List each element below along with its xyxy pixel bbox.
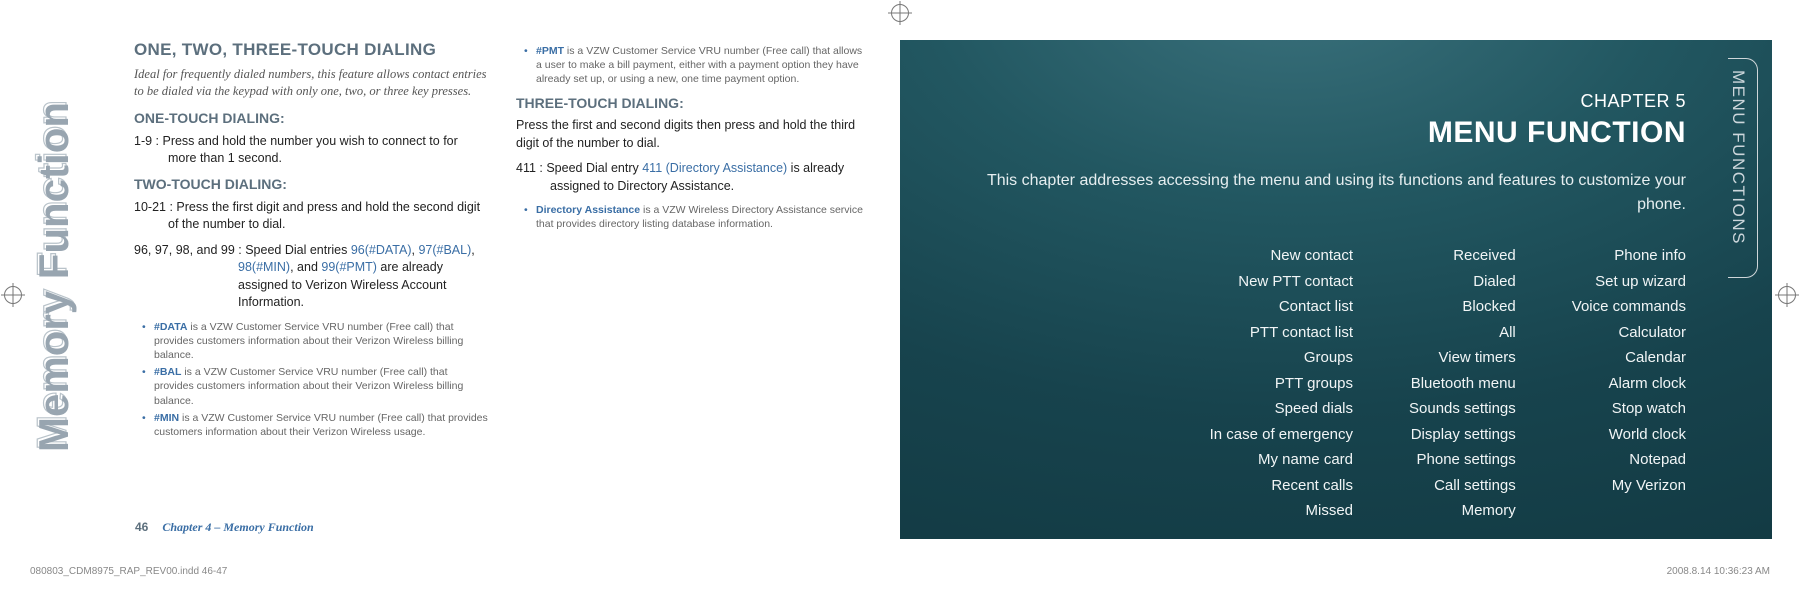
two-touch-body: 10-21 : Press the first digit and press … [134,199,488,234]
menu-item: Set up wizard [1572,269,1686,295]
menu-item: View timers [1409,345,1516,371]
right-column: #PMT is a VZW Customer Service VRU numbe… [516,40,870,442]
intro-text: Ideal for frequently dialed numbers, thi… [134,66,488,100]
menu-item: Speed dials [1210,396,1353,422]
print-slug-left: 080803_CDM8975_RAP_REV00.indd 46-47 [30,567,227,577]
menu-item: PTT groups [1210,371,1353,397]
sd-prefix: 96, 97, 98, and 99 : Speed Dial entries [134,243,351,257]
three-touch-heading: THREE-TOUCH DIALING: [516,95,870,112]
page-footer: 46 Chapter 4 – Memory Function [135,521,314,533]
menu-item: Received [1409,243,1516,269]
side-header-fill: Memory Function [30,102,77,452]
chapter-number: CHAPTER 5 [960,92,1686,110]
speed-dial-411: 411 : Speed Dial entry 411 (Directory As… [516,160,870,195]
speed-dial-body: 96, 97, 98, and 99 : Speed Dial entries … [134,242,488,312]
menu-item: New contact [1210,243,1353,269]
right-page: CHAPTER 5 MENU FUNCTION This chapter add… [900,0,1800,589]
note-directory-assistance: Directory Assistance is a VZW Wireless D… [528,203,870,231]
menu-item: Call settings [1409,473,1516,499]
menu-item: My Verizon [1572,473,1686,499]
one-touch-heading: ONE-TOUCH DIALING: [134,110,488,127]
left-column: ONE, TWO, THREE-TOUCH DIALING Ideal for … [134,40,488,442]
left-page: Memory Function Memory Function ONE, TWO… [0,0,900,589]
menu-item: Stop watch [1572,396,1686,422]
menu-item: In case of emergency [1210,422,1353,448]
menu-item: Voice commands [1572,294,1686,320]
menu-col-1: New contactNew PTT contactContact listPT… [1210,243,1353,524]
notes-list-a: #DATA is a VZW Customer Service VRU numb… [134,320,488,439]
menu-item: Sounds settings [1409,396,1516,422]
sd-link-411: 411 (Directory Assistance) [642,161,787,175]
menu-item: Phone settings [1409,447,1516,473]
page-title: ONE, TWO, THREE-TOUCH DIALING [134,40,488,60]
note-min: #MIN is a VZW Customer Service VRU numbe… [146,411,488,439]
sd-link-min: 98(#MIN) [238,260,290,274]
menu-item: New PTT contact [1210,269,1353,295]
menu-item: Contact list [1210,294,1353,320]
menu-item: PTT contact list [1210,320,1353,346]
menu-item: Memory [1409,498,1516,524]
note-pmt: #PMT is a VZW Customer Service VRU numbe… [528,44,870,87]
side-tab-label: MENU FUNCTIONS [1730,70,1756,248]
chapter-title: MENU FUNCTION [960,116,1686,149]
three-touch-body: Press the first and second digits then p… [516,117,870,152]
notes-list-c: Directory Assistance is a VZW Wireless D… [516,203,870,231]
menu-item: Notepad [1572,447,1686,473]
menu-item: My name card [1210,447,1353,473]
one-touch-body: 1-9 : Press and hold the number you wish… [134,133,488,168]
sd-link-data: 96(#DATA) [351,243,412,257]
note-data: #DATA is a VZW Customer Service VRU numb… [146,320,488,363]
menu-item: Display settings [1409,422,1516,448]
sd-link-pmt: 99(#PMT) [321,260,377,274]
notes-list-b: #PMT is a VZW Customer Service VRU numbe… [516,44,870,87]
chapter-footer-label: Chapter 4 – Memory Function [162,521,313,533]
menu-item: Calculator [1572,320,1686,346]
menu-item: Calendar [1572,345,1686,371]
menu-item: Alarm clock [1572,371,1686,397]
menu-col-3: Phone infoSet up wizardVoice commandsCal… [1572,243,1686,524]
sd-link-bal: 97(#BAL) [418,243,471,257]
menu-item: Groups [1210,345,1353,371]
page-number: 46 [135,521,148,533]
menu-col-2: ReceivedDialedBlockedAllView timersBluet… [1409,243,1516,524]
two-touch-heading: TWO-TOUCH DIALING: [134,176,488,193]
menu-item: Blocked [1409,294,1516,320]
page-spread: Memory Function Memory Function ONE, TWO… [0,0,1800,589]
side-header-memory-function: Memory Function Memory Function [18,46,90,456]
note-bal: #BAL is a VZW Customer Service VRU numbe… [146,365,488,408]
chapter-description: This chapter addresses accessing the men… [960,169,1686,217]
menu-item: Recent calls [1210,473,1353,499]
print-slug-right: 2008.8.14 10:36:23 AM [1667,567,1770,577]
menu-item: Missed [1210,498,1353,524]
menu-item: All [1409,320,1516,346]
chapter-panel: CHAPTER 5 MENU FUNCTION This chapter add… [900,40,1772,539]
menu-item: Phone info [1572,243,1686,269]
menu-item: World clock [1572,422,1686,448]
menu-item: Dialed [1409,269,1516,295]
menu-columns: New contactNew PTT contactContact listPT… [960,243,1686,524]
menu-item: Bluetooth menu [1409,371,1516,397]
